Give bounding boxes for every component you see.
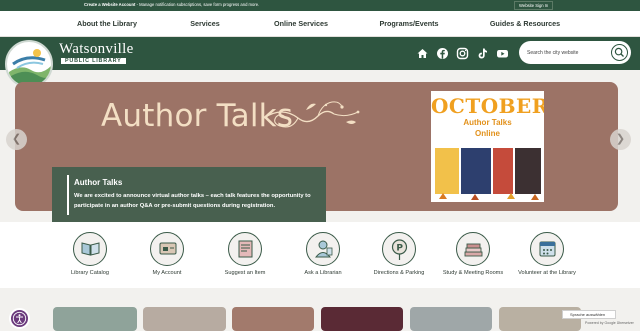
october-author-talks-poster[interactable]: OCTOBER Author Talks Online (431, 91, 544, 202)
carousel-prev-button[interactable]: ❮ (6, 129, 27, 150)
hero-caption[interactable]: Author Talks We are excited to announce … (52, 167, 326, 222)
create-account-text[interactable]: Create a Website Account - Manage notifi… (84, 2, 259, 7)
quick-link-label: Ask a Librarian (304, 270, 342, 276)
calendar-icon (530, 232, 564, 266)
brand-name: Watsonville (59, 41, 134, 57)
feature-tile[interactable] (410, 307, 492, 331)
sign-in-button[interactable]: Website Sign In (514, 1, 554, 10)
youtube-icon[interactable] (496, 47, 509, 60)
quick-link-label: My Account (152, 270, 182, 276)
create-account-description: - Manage notification subscriptions, sav… (135, 2, 260, 7)
chevron-right-icon: ❯ (615, 133, 626, 145)
book-cover (515, 148, 541, 194)
carousel-next-button[interactable]: ❯ (610, 129, 631, 150)
svg-text:P: P (396, 244, 403, 254)
book-cover (461, 148, 491, 194)
nav-about[interactable]: About the Library (77, 19, 137, 28)
flourish-ornament (263, 101, 360, 128)
translate-powered-by: Powered by Google Übersetzer (585, 321, 634, 325)
book-cover (435, 148, 459, 194)
nav-programs-events[interactable]: Programs/Events (379, 19, 438, 28)
quick-link-label: Suggest an Item (224, 270, 266, 276)
tiktok-icon[interactable] (476, 47, 489, 60)
accessibility-icon (12, 311, 27, 326)
library-logo[interactable] (5, 40, 53, 88)
feature-tile[interactable] (143, 307, 226, 331)
quick-link-volunteer[interactable]: Volunteer at the Library (507, 232, 587, 276)
quick-link-label: Volunteer at the Library (518, 270, 576, 276)
feature-tile[interactable] (232, 307, 314, 331)
suggest-icon (228, 232, 262, 266)
quick-link-study-meeting-rooms[interactable]: Study & Meeting Rooms (433, 232, 513, 276)
quick-link-ask-a-librarian[interactable]: Ask a Librarian (283, 232, 363, 276)
autumn-leaves (439, 193, 539, 200)
search-box (519, 41, 631, 64)
quick-link-label: Library Catalog (71, 270, 109, 276)
home-icon[interactable] (416, 47, 429, 60)
poster-month: OCTOBER (431, 94, 544, 118)
quick-link-label: Study & Meeting Rooms (442, 270, 504, 276)
poster-subtitle: Author Talks (463, 118, 512, 127)
books-stack-icon (456, 232, 490, 266)
create-account-link[interactable]: Create a Website Account (84, 2, 135, 7)
search-icon (614, 47, 624, 57)
chevron-left-icon: ❮ (11, 133, 22, 145)
caption-text: We are excited to announce virtual autho… (74, 193, 311, 209)
book-cover (493, 148, 513, 194)
quick-link-label: Directions & Parking (373, 270, 425, 276)
main-nav: About the Library Services Online Servic… (0, 11, 640, 37)
accessibility-button[interactable] (9, 308, 30, 329)
nav-services[interactable]: Services (190, 19, 220, 28)
logo-art (9, 49, 51, 86)
instagram-icon[interactable] (456, 47, 469, 60)
library-card-icon (150, 232, 184, 266)
language-select[interactable]: Sprache auswählen (562, 310, 616, 319)
poster-subtitle-online: Online (475, 129, 500, 138)
search-input[interactable] (527, 47, 607, 58)
feature-tile[interactable] (321, 307, 403, 331)
caption-title: Author Talks (74, 178, 123, 187)
quick-link-suggest-an-item[interactable]: Suggest an Item (205, 232, 285, 276)
facebook-icon[interactable] (436, 47, 449, 60)
quick-link-my-account[interactable]: My Account (127, 232, 207, 276)
utility-bar: Create a Website Account - Manage notifi… (0, 0, 640, 11)
quick-link-library-catalog[interactable]: Library Catalog (50, 232, 130, 276)
librarian-icon (306, 232, 340, 266)
search-button[interactable] (611, 44, 628, 61)
brand-subtitle: PUBLIC LIBRARY (61, 58, 126, 64)
feature-tile[interactable] (53, 307, 137, 331)
nav-online-services[interactable]: Online Services (274, 19, 328, 28)
book-icon (73, 232, 107, 266)
quick-link-directions-parking[interactable]: P Directions & Parking (359, 232, 439, 276)
parking-icon: P (382, 232, 416, 266)
caption-accent-bar (67, 175, 69, 215)
nav-guides-resources[interactable]: Guides & Resources (490, 19, 560, 28)
